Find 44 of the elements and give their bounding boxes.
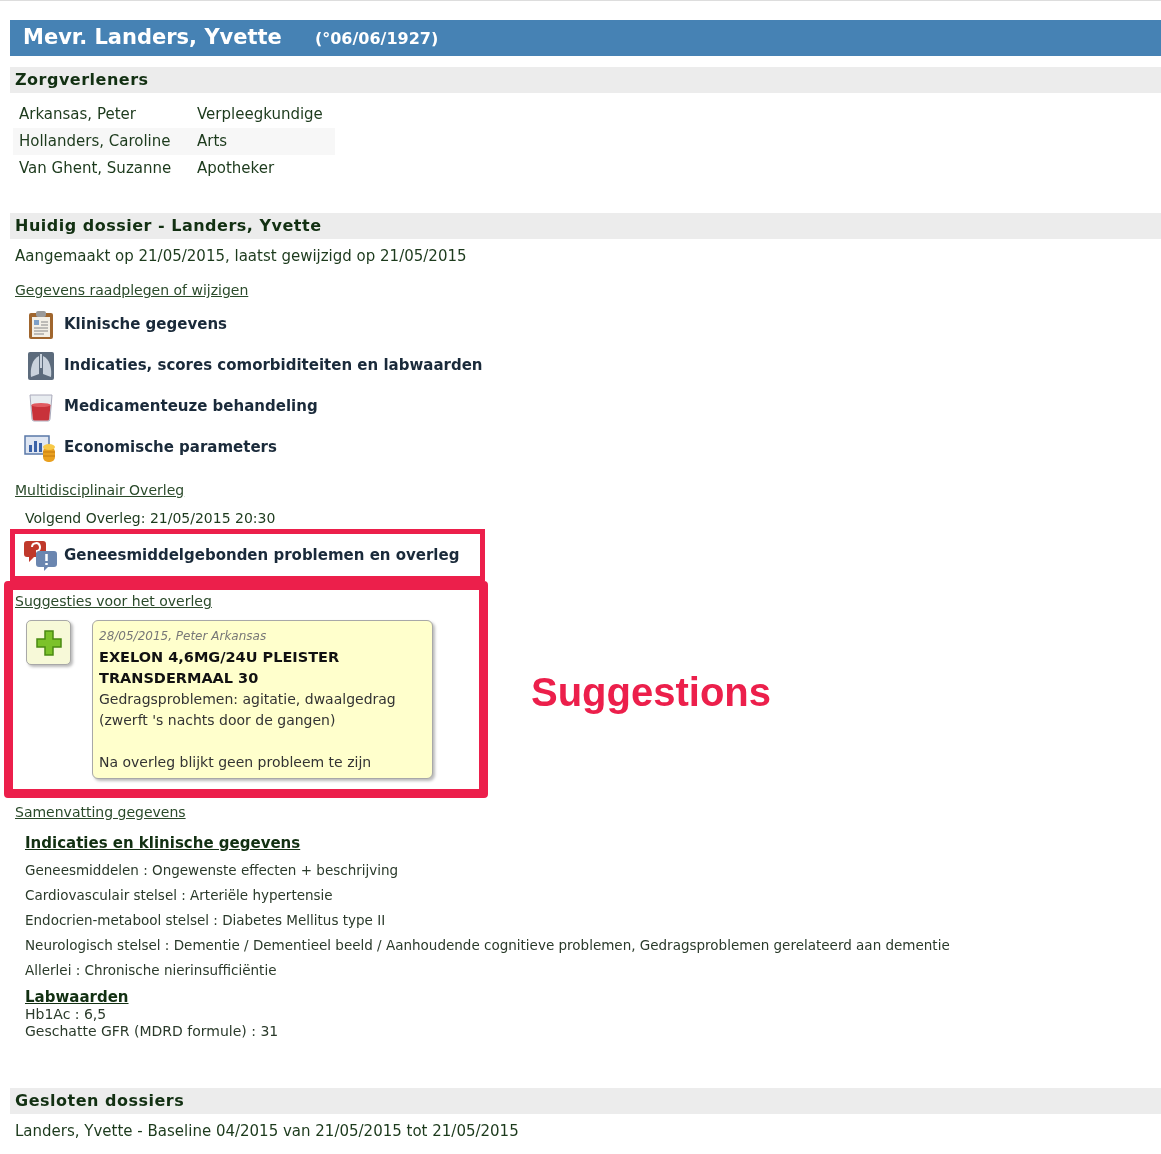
summary-line: Neurologisch stelsel : Dementie / Dementieel beeld / Aanhoudende cognitieve problemen, Gedragsproblemen gerelateerd aan dementie xyxy=(25,935,951,955)
closed-dossier: Landers, Yvette - Baseline 04/2015 van 21/05/2015 tot 21/05/2015 xyxy=(14,1120,520,1142)
summary-subheading: Indicaties en klinische gegevens xyxy=(25,833,301,854)
chart-coins-icon xyxy=(24,432,58,463)
table-cell-text: Apotheker xyxy=(197,158,275,180)
summary-line: Geneesmiddelen : Ongewenste effecten + beschrijving xyxy=(25,860,400,880)
table-cell-text: Hollanders, Caroline xyxy=(18,131,172,153)
lab-value: Geschatte GFR (MDRD formule) : 31 xyxy=(25,1022,280,1040)
clipboard-icon xyxy=(26,309,56,340)
lab-value: Hb1Ac : 6,5 xyxy=(25,1005,108,1023)
problem-description: Gedragsproblemen: agitatie, dwaalgedrag (zwerft 's nachts door de gangen) xyxy=(99,690,397,730)
dossier-link[interactable]: Indicaties, scores comorbiditeiten en labwaarden xyxy=(24,345,483,386)
next-meeting: Volgend Overleg: 21/05/2015 20:30 xyxy=(25,509,277,528)
lab-heading: Labwaarden xyxy=(25,987,129,1006)
annotation-label: Suggestions xyxy=(531,669,772,716)
patient-name: Mevr. Landers, Yvette xyxy=(23,24,282,52)
section-link[interactable]: Suggesties voor het overleg xyxy=(15,591,212,612)
dossier-link[interactable]: Economische parameters xyxy=(24,427,277,468)
section-header: Huidig dossier - Landers, Yvette xyxy=(10,213,1161,239)
summary-line: Cardiovasculair stelsel : Arteriële hypertensie xyxy=(25,885,334,905)
section-link[interactable]: Samenvatting gegevens xyxy=(15,802,186,823)
dossier-link[interactable]: Medicamenteuze behandeling xyxy=(24,386,318,427)
table-cell-text: Van Ghent, Suzanne xyxy=(18,158,173,180)
note-meta: 28/05/2015, Peter Arkansas xyxy=(99,628,268,645)
question-alert-icon xyxy=(24,539,58,571)
birth-date: (°06/06/1927) xyxy=(314,28,439,50)
dossier-link[interactable]: Klinische gegevens xyxy=(24,304,227,345)
table-cell-text: Arkansas, Peter xyxy=(18,104,137,126)
table-cell-text: Verpleegkundige xyxy=(197,104,323,126)
summary-line: Endocrien-metabool stelsel : Diabetes Mellitus type II xyxy=(25,910,387,930)
section-link[interactable]: Multidisciplinair Overleg xyxy=(15,480,185,501)
glass-icon xyxy=(28,391,54,422)
section-header: Gesloten dossiers xyxy=(10,1087,1161,1114)
lungs-icon xyxy=(27,350,55,381)
add-button[interactable] xyxy=(26,620,71,665)
plus-icon xyxy=(35,629,62,656)
conclusion-text: Na overleg blijkt geen probleem te zijn xyxy=(99,753,373,772)
summary-line: Allerlei : Chronische nierinsufficiëntie xyxy=(25,960,278,980)
problems-link[interactable]: Geneesmiddelgebonden problemen en overleg xyxy=(24,536,460,574)
created-info: Aangemaakt op 21/05/2015, laatst gewijzigd op 21/05/2015 xyxy=(14,246,468,267)
section-link[interactable]: Gegevens raadplegen of wijzigen xyxy=(15,280,249,301)
section-header: Zorgverleners xyxy=(10,67,1161,93)
table-cell-text: Arts xyxy=(197,131,228,153)
drug-name: EXELON 4,6MG/24U PLEISTER TRANSDERMAAL 30 xyxy=(99,648,341,688)
